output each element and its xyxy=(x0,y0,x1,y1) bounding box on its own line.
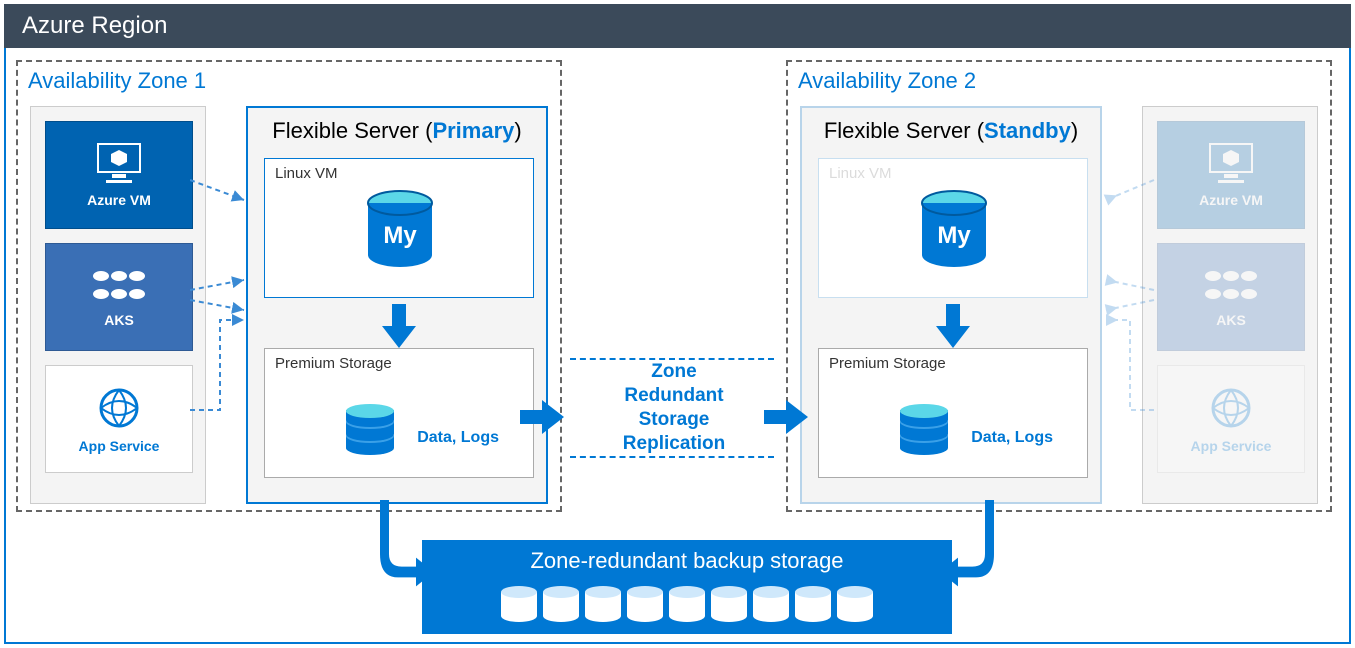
replication-label: Zone Redundant Storage Replication xyxy=(584,360,764,456)
app-service-label: App Service xyxy=(79,438,160,454)
backup-arrow-right xyxy=(940,500,1000,580)
svg-text:My: My xyxy=(383,222,417,249)
app-service-card-faded: App Service xyxy=(1157,365,1305,473)
arrow-right-icon-2 xyxy=(764,400,808,434)
data-logs-standby-label: Data, Logs xyxy=(971,429,1053,447)
client-connectors-az1 xyxy=(190,150,250,430)
server-standby-title: Flexible Server (Standby) xyxy=(802,118,1100,144)
premium-storage-standby-label: Premium Storage xyxy=(829,355,946,372)
az1-clients: Azure VM AKS App Service xyxy=(30,106,206,504)
az2-title: Availability Zone 2 xyxy=(798,68,976,94)
flexible-server-primary: Flexible Server (Primary) Linux VM My Pr… xyxy=(246,106,548,504)
premium-storage-label: Premium Storage xyxy=(275,355,392,372)
azure-vm-label: Azure VM xyxy=(87,192,151,208)
app-service-label-faded: App Service xyxy=(1191,438,1272,454)
linux-vm-primary: Linux VM My xyxy=(264,158,534,298)
backup-arrow-left xyxy=(380,500,430,580)
aks-card: AKS xyxy=(45,243,193,351)
client-connectors-az2 xyxy=(1100,150,1160,430)
arrow-down-icon-standby xyxy=(936,304,970,348)
az2-clients-faded: Azure VM AKS App Service xyxy=(1142,106,1318,504)
azure-vm-card: Azure VM xyxy=(45,121,193,229)
monitor-icon xyxy=(1206,142,1256,186)
availability-zone-1: Availability Zone 1 Azure VM AKS App Ser… xyxy=(16,60,562,512)
premium-storage-primary: Premium Storage Data, Logs xyxy=(264,348,534,478)
aks-icon xyxy=(91,266,147,306)
arrow-right-icon xyxy=(520,400,564,434)
linux-vm-standby: Linux VM My xyxy=(818,158,1088,298)
mysql-icon: My xyxy=(360,189,440,269)
backup-storage: Zone-redundant backup storage xyxy=(422,540,952,634)
disk-stack-icon xyxy=(343,404,397,461)
flexible-server-standby: Flexible Server (Standby) Linux VM My Pr… xyxy=(800,106,1102,504)
aks-label-faded: AKS xyxy=(1216,312,1246,328)
azure-vm-card-faded: Azure VM xyxy=(1157,121,1305,229)
disk-stack-icon-standby xyxy=(897,404,951,461)
data-logs-label: Data, Logs xyxy=(417,429,499,447)
aks-label: AKS xyxy=(104,312,134,328)
availability-zone-2: Availability Zone 2 Flexible Server (Sta… xyxy=(786,60,1332,512)
monitor-icon xyxy=(94,142,144,186)
arrow-down-icon xyxy=(382,304,416,348)
mysql-icon-standby: My xyxy=(914,189,994,269)
aks-icon xyxy=(1203,266,1259,306)
svg-text:My: My xyxy=(937,222,971,249)
aks-card-faded: AKS xyxy=(1157,243,1305,351)
globe-icon xyxy=(1207,384,1255,432)
backup-disks-icon xyxy=(497,578,877,626)
linux-vm-standby-label: Linux VM xyxy=(829,165,892,182)
server-primary-title: Flexible Server (Primary) xyxy=(248,118,546,144)
azure-vm-label-faded: Azure VM xyxy=(1199,192,1263,208)
az1-title: Availability Zone 1 xyxy=(28,68,206,94)
region-title: Azure Region xyxy=(22,12,167,39)
backup-title: Zone-redundant backup storage xyxy=(422,548,952,574)
linux-vm-label: Linux VM xyxy=(275,165,338,182)
premium-storage-standby: Premium Storage Data, Logs xyxy=(818,348,1088,478)
region-header: Azure Region xyxy=(4,4,1351,48)
globe-icon xyxy=(95,384,143,432)
app-service-card: App Service xyxy=(45,365,193,473)
